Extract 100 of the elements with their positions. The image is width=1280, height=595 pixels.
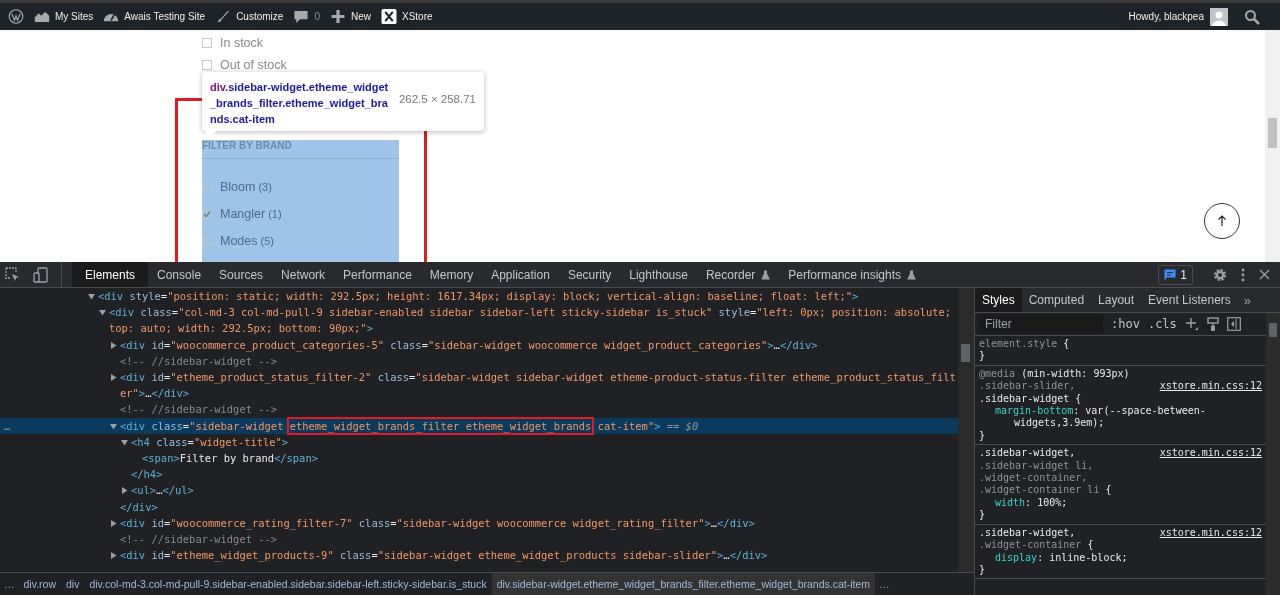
code-text: <!-- //sidebar-widget --> — [120, 403, 278, 416]
close-icon[interactable] — [1259, 269, 1270, 280]
devtools-tab[interactable]: Elements — [72, 262, 149, 287]
code-scrollbar[interactable] — [958, 288, 974, 572]
filter-field[interactable]: Filter — [979, 315, 1103, 333]
dom-node-row[interactable]: <!-- //sidebar-widget --> — [0, 352, 958, 369]
devtools-tab[interactable]: Performance — [334, 262, 421, 287]
code-text: <!-- //sidebar-widget --> — [120, 533, 278, 546]
dom-node-row[interactable]: <div id="woocommerce_rating_filter-7" class="sidebar-widget woocommerce widget_rating_filter">…</div> — [0, 514, 958, 532]
styles-pane-tab[interactable]: Styles — [975, 288, 1022, 312]
source-link[interactable]: xstore.min.css:12 — [1159, 526, 1262, 540]
breadcrumb[interactable]: div.row — [18, 573, 61, 595]
account-greeting[interactable]: Howdy, blackpea — [1128, 11, 1204, 22]
more-tabs-button[interactable]: » — [1237, 288, 1258, 312]
checkbox-icon[interactable] — [202, 60, 212, 70]
closing-brace: } — [979, 350, 987, 363]
search-icon[interactable] — [1244, 8, 1260, 25]
css-declaration[interactable]: width: 100%; — [979, 496, 1262, 510]
dom-node-row[interactable]: <div class="col-md-3 col-md-pull-9 sidebar-enabled sidebar sidebar-left sticky-sidebar is_stuck" style="left: 0px; position: absolute; top: auto; width: 292.5px; bottom: 90px;"> — [0, 304, 958, 337]
plus-icon[interactable] — [1184, 317, 1199, 331]
disclosure-triangle-icon[interactable] — [110, 341, 117, 349]
dom-node-row[interactable]: <div id="etheme_widget_products-9" class="sidebar-widget etheme_widget_products sidebar-slider">…</div> — [0, 547, 958, 564]
sidebar-toggle-icon[interactable] — [1226, 317, 1241, 331]
dom-node-row[interactable]: <!-- //sidebar-widget --> — [0, 531, 958, 548]
toggle-button[interactable]: .cls — [1147, 317, 1177, 331]
dom-node-row[interactable]: … <div class="sidebar-widget etheme_widget_brands_filter etheme_widget_brands cat-item"> == $0 — [0, 417, 958, 434]
dom-node-row[interactable]: <div style="position: static; width: 292.5px; height: 1617.34px; display: block; vertical-align: baseline; float: left;"> — [0, 288, 958, 305]
styles-pane-tab[interactable]: Layout — [1091, 288, 1142, 312]
devtools-tab[interactable]: Recorder — [696, 262, 780, 287]
annotated-code: etheme_widget_brands_filter etheme_widget_brands — [289, 419, 592, 432]
filter-option[interactable]: Out of stock — [220, 58, 287, 72]
x-logo-icon[interactable] — [380, 9, 397, 24]
overflow-button[interactable]: … — [0, 573, 19, 595]
styles-pane-tab[interactable]: Event Listeners — [1141, 288, 1238, 312]
comment-count[interactable]: 0 — [314, 11, 320, 22]
css-declaration[interactable]: margin-bottom: var(--space-between-widgets,3.9em); — [979, 405, 1262, 430]
devtools-tab[interactable]: Security — [558, 262, 621, 287]
source-link[interactable]: xstore.min.css:12 — [1159, 447, 1262, 460]
admin-bar-link[interactable]: New — [350, 11, 371, 22]
devtools-tab[interactable]: Memory — [420, 262, 483, 287]
disclosure-triangle-icon[interactable] — [88, 293, 95, 300]
scroll-to-top-button[interactable] — [1204, 203, 1240, 239]
dom-node-row[interactable]: </h4> — [0, 466, 958, 483]
css-selector: .widget-container — [979, 539, 1083, 552]
dom-node-row[interactable]: <div id="woocommerce_product_categories-5" class="sidebar-widget woocommerce widget_product_categories">…</div> — [0, 336, 958, 353]
disclosure-triangle-icon[interactable] — [110, 519, 117, 527]
row-menu-button[interactable]: … — [4, 417, 11, 434]
disclosure-triangle-icon[interactable] — [121, 487, 128, 495]
devtools-tab[interactable]: Lighthouse — [620, 262, 697, 287]
devtools-tab[interactable]: Sources — [210, 262, 273, 287]
settings-icon[interactable] — [1213, 267, 1227, 282]
admin-bar-link[interactable]: Awais Testing Site — [124, 11, 206, 22]
more-options-icon[interactable] — [1241, 267, 1245, 282]
filter-option[interactable]: In stock — [220, 36, 264, 50]
css-selector: .widget-container li — [979, 484, 1101, 497]
styles-pane-tab[interactable]: Computed — [1021, 288, 1092, 312]
dom-node-row[interactable]: <div id="etheme_product_status_filter-2" class="sidebar-widget sidebar-widget etheme-product-status-filter etheme_product_status_filter">…</div> — [0, 369, 958, 402]
devtools-tab[interactable]: Performance insights — [779, 262, 926, 287]
admin-bar-link[interactable]: Customize — [236, 11, 284, 22]
admin-bar-link[interactable]: XStore — [401, 11, 433, 22]
wordpress-logo-icon[interactable] — [8, 9, 24, 24]
page-scrollbar[interactable] — [1265, 30, 1280, 262]
issues-badge[interactable]: 1 — [1158, 264, 1193, 285]
dom-node-row[interactable]: </div> — [0, 498, 958, 515]
overflow-button[interactable]: … — [875, 573, 894, 595]
toggle-button[interactable]: :hov — [1111, 317, 1140, 331]
inspect-cursor-icon[interactable] — [5, 266, 21, 283]
checkbox-icon[interactable] — [202, 181, 212, 192]
disclosure-triangle-icon[interactable] — [110, 374, 117, 381]
code-text: <span>Filter by brand</span> — [142, 452, 318, 465]
source-link[interactable]: xstore.min.css:12 — [1159, 380, 1262, 393]
dom-node-row[interactable]: <span>Filter by brand</span> — [0, 450, 958, 467]
devtools-tab[interactable]: Console — [148, 262, 211, 287]
checked-checkbox-icon[interactable] — [202, 208, 212, 219]
checkbox-icon[interactable] — [202, 235, 212, 246]
disclosure-triangle-icon[interactable] — [121, 438, 128, 446]
breadcrumb[interactable]: div.sidebar-widget.etheme_widget_brands_filter.etheme_widget_brands.cat-item — [491, 573, 875, 595]
speech-bubble-icon[interactable] — [293, 9, 310, 24]
styles-scrollbar[interactable] — [1266, 313, 1280, 595]
dom-node-row[interactable]: <!-- //sidebar-widget --> — [0, 401, 958, 418]
paint-roller-icon[interactable] — [1206, 317, 1219, 331]
houses-icon[interactable] — [34, 9, 50, 24]
devtools-tab[interactable]: Application — [482, 262, 559, 287]
devtools-tab[interactable]: Network — [272, 262, 335, 287]
disclosure-triangle-icon[interactable] — [110, 422, 117, 430]
disclosure-triangle-icon[interactable] — [99, 309, 106, 317]
dom-node-row[interactable]: <h4 class="widget-title"> — [0, 433, 958, 451]
dom-node-row[interactable]: <ul>…</ul> — [0, 482, 958, 499]
paintbrush-icon[interactable] — [215, 9, 232, 24]
device-toolbar-icon[interactable] — [33, 266, 49, 283]
flask-icon — [907, 269, 917, 280]
breadcrumb[interactable]: div — [61, 573, 85, 595]
breadcrumb[interactable]: div.col-md-3.col-md-pull-9.sidebar-enabled.sidebar.sidebar-left.sticky-sidebar.is_stuck — [84, 573, 492, 595]
css-declaration[interactable]: display: inline-block; — [979, 551, 1262, 564]
plus-icon[interactable] — [329, 9, 346, 24]
avatar-icon[interactable] — [1210, 7, 1228, 26]
closing-brace: } — [979, 509, 987, 522]
admin-bar-link[interactable]: My Sites — [55, 11, 94, 22]
checkbox-icon[interactable] — [202, 38, 212, 48]
disclosure-triangle-icon[interactable] — [110, 552, 117, 560]
